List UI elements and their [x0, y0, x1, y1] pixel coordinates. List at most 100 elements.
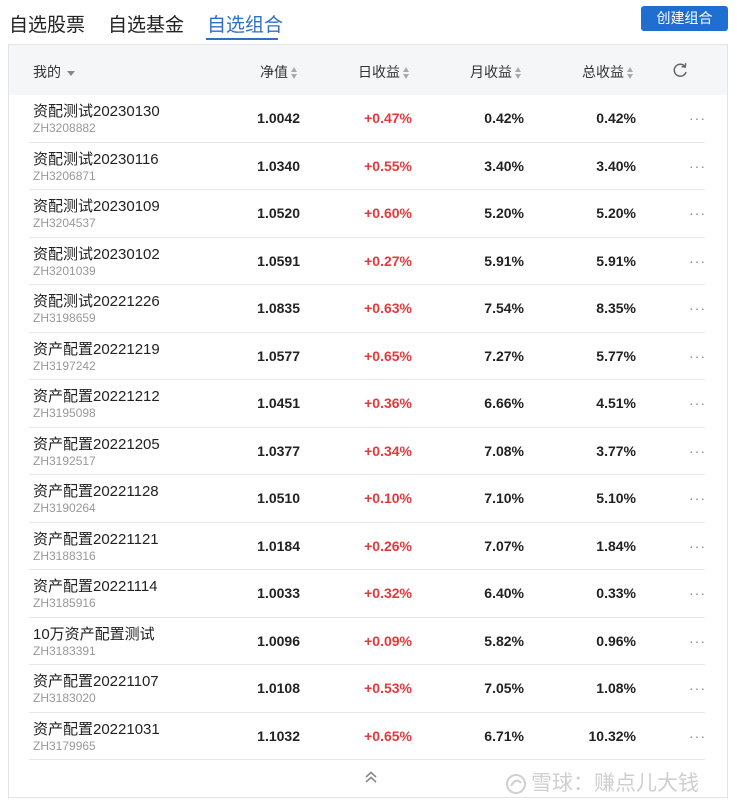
portfolio-name[interactable]: 10万资产配置测试: [33, 623, 155, 644]
table-row[interactable]: 资产配置20221121 ZH3188316 1.0184 +0.26% 7.07% 1.…: [9, 523, 727, 570]
more-icon[interactable]: ···: [689, 490, 706, 506]
chevron-up-double-icon[interactable]: [362, 768, 380, 786]
total-return: 0.42%: [596, 110, 636, 126]
active-tab-underline: [206, 38, 278, 40]
portfolio-code: ZH3185916: [33, 596, 96, 610]
nav-value: 1.0451: [257, 395, 300, 411]
total-return: 1.84%: [596, 537, 636, 554]
portfolio-name[interactable]: 资配测试20230109: [33, 195, 160, 216]
total-return: 5.10%: [596, 490, 636, 506]
portfolio-name[interactable]: 资产配置20221121: [33, 528, 159, 549]
table-row[interactable]: 资配测试20230116 ZH3206871 1.0340 +0.55% 3.40% 3.…: [9, 143, 727, 190]
total-return: 0.96%: [596, 632, 636, 649]
xueqiu-watermark: 雪球：赚点儿大钱: [505, 767, 699, 797]
total-return: 8.35%: [596, 300, 636, 316]
snowball-logo-icon: [506, 774, 526, 795]
month-return: 7.27%: [484, 347, 524, 364]
table-row[interactable]: 资产配置20221128 ZH3190264 1.0510 +0.10% 7.10% 5.…: [9, 475, 727, 523]
month-return: 6.66%: [484, 395, 524, 411]
table-row[interactable]: 资配测试20230109 ZH3204537 1.0520 +0.60% 5.20% 5.…: [9, 190, 727, 238]
total-return: 4.51%: [596, 395, 636, 411]
day-return: +0.65%: [364, 727, 412, 744]
more-icon[interactable]: ···: [689, 158, 706, 174]
tab-bar: 自选股票 自选基金 自选组合 创建组合: [0, 0, 737, 42]
total-return: 0.33%: [596, 585, 636, 601]
month-return: 7.07%: [484, 537, 524, 554]
table-row[interactable]: 10万资产配置测试 ZH3183391 1.0096 +0.09% 5.82% 0.96%…: [9, 618, 727, 665]
day-return: +0.10%: [364, 490, 412, 506]
watermark-text: 雪球：赚点儿大钱: [531, 772, 699, 795]
month-return: 0.42%: [484, 110, 524, 126]
tab-portfolios[interactable]: 自选组合: [207, 10, 283, 37]
portfolio-code: ZH3179965: [33, 738, 96, 753]
month-return: 7.08%: [484, 442, 524, 459]
table-row[interactable]: 资产配置20221114 ZH3185916 1.0033 +0.32% 6.40% 0.…: [9, 570, 727, 618]
more-icon[interactable]: ···: [689, 395, 706, 411]
portfolio-code: ZH3188316: [33, 548, 96, 563]
more-icon[interactable]: ···: [689, 538, 706, 554]
day-return: +0.65%: [364, 347, 412, 364]
nav-value: 1.0033: [257, 585, 300, 601]
portfolio-name[interactable]: 资产配置20221212: [33, 385, 160, 406]
portfolio-code: ZH3198659: [33, 311, 96, 325]
portfolio-name[interactable]: 资产配置20221205: [33, 433, 160, 454]
header-mine[interactable]: 我的: [33, 62, 75, 82]
portfolio-name[interactable]: 资配测试20230102: [33, 243, 160, 264]
nav-value: 1.1032: [257, 727, 300, 744]
more-icon[interactable]: ···: [689, 348, 706, 364]
portfolio-name[interactable]: 资配测试20230116: [33, 148, 159, 169]
portfolio-name[interactable]: 资产配置20221107: [33, 670, 159, 691]
portfolio-code: ZH3208882: [33, 121, 96, 135]
total-return: 5.91%: [596, 252, 636, 269]
portfolio-name[interactable]: 资产配置20221114: [33, 575, 158, 596]
table-row[interactable]: 资产配置20221205 ZH3192517 1.0377 +0.34% 7.08% 3.…: [9, 428, 727, 475]
header-month-return[interactable]: 月收益: [470, 62, 522, 82]
total-return: 3.77%: [596, 442, 636, 459]
table-row[interactable]: 资配测试20221226 ZH3198659 1.0835 +0.63% 7.54% 8.…: [9, 285, 727, 333]
header-nav[interactable]: 净值: [260, 62, 298, 82]
header-total-return[interactable]: 总收益: [582, 62, 634, 82]
caret-down-icon: [67, 70, 75, 76]
more-icon[interactable]: ···: [689, 680, 706, 696]
more-icon[interactable]: ···: [689, 728, 706, 744]
month-return: 7.05%: [484, 680, 524, 696]
more-icon[interactable]: ···: [689, 443, 706, 459]
table-row[interactable]: 资产配置20221212 ZH3195098 1.0451 +0.36% 6.66% 4.…: [9, 380, 727, 428]
table-row[interactable]: 资产配置20221031 ZH3179965 1.1032 +0.65% 6.71% 10…: [9, 713, 727, 760]
table-row[interactable]: 资产配置20221219 ZH3197242 1.0577 +0.65% 7.27% 5.…: [9, 333, 727, 380]
table-header: 我的 净值 日收益 月收益 总收益: [9, 45, 727, 95]
month-return: 7.10%: [484, 490, 524, 506]
table-row[interactable]: 资产配置20221107 ZH3183020 1.0108 +0.53% 7.05% 1.…: [9, 665, 727, 713]
create-portfolio-button[interactable]: 创建组合: [641, 6, 728, 31]
portfolio-code: ZH3197242: [33, 358, 96, 373]
month-return: 5.91%: [484, 252, 524, 269]
day-return: +0.36%: [364, 395, 412, 411]
header-day-return[interactable]: 日收益: [358, 62, 410, 82]
tab-funds[interactable]: 自选基金: [108, 10, 184, 37]
table-row[interactable]: 资配测试20230130 ZH3208882 1.0042 +0.47% 0.42% 0.…: [9, 95, 727, 143]
day-return: +0.47%: [364, 110, 412, 126]
day-return: +0.60%: [364, 205, 412, 221]
nav-value: 1.0510: [257, 490, 300, 506]
month-return: 6.40%: [484, 585, 524, 601]
sort-icon: [515, 67, 522, 80]
portfolio-name[interactable]: 资产配置20221128: [33, 480, 159, 501]
day-return: +0.09%: [364, 632, 412, 649]
day-return: +0.27%: [364, 252, 412, 269]
tab-stocks[interactable]: 自选股票: [9, 10, 85, 37]
table-row[interactable]: 资配测试20230102 ZH3201039 1.0591 +0.27% 5.91% 5.…: [9, 238, 727, 285]
portfolio-name[interactable]: 资产配置20221219: [33, 338, 160, 359]
more-icon[interactable]: ···: [689, 110, 706, 126]
portfolio-name[interactable]: 资产配置20221031: [33, 718, 160, 739]
more-icon[interactable]: ···: [689, 205, 706, 221]
more-icon[interactable]: ···: [689, 253, 706, 269]
more-icon[interactable]: ···: [689, 300, 706, 316]
day-return: +0.63%: [364, 300, 412, 316]
more-icon[interactable]: ···: [689, 633, 706, 649]
more-icon[interactable]: ···: [689, 585, 706, 601]
portfolio-name[interactable]: 资配测试20230130: [33, 100, 160, 121]
refresh-icon[interactable]: [671, 61, 689, 79]
sort-icon: [627, 67, 634, 80]
month-return: 5.20%: [484, 205, 524, 221]
portfolio-name[interactable]: 资配测试20221226: [33, 290, 160, 311]
